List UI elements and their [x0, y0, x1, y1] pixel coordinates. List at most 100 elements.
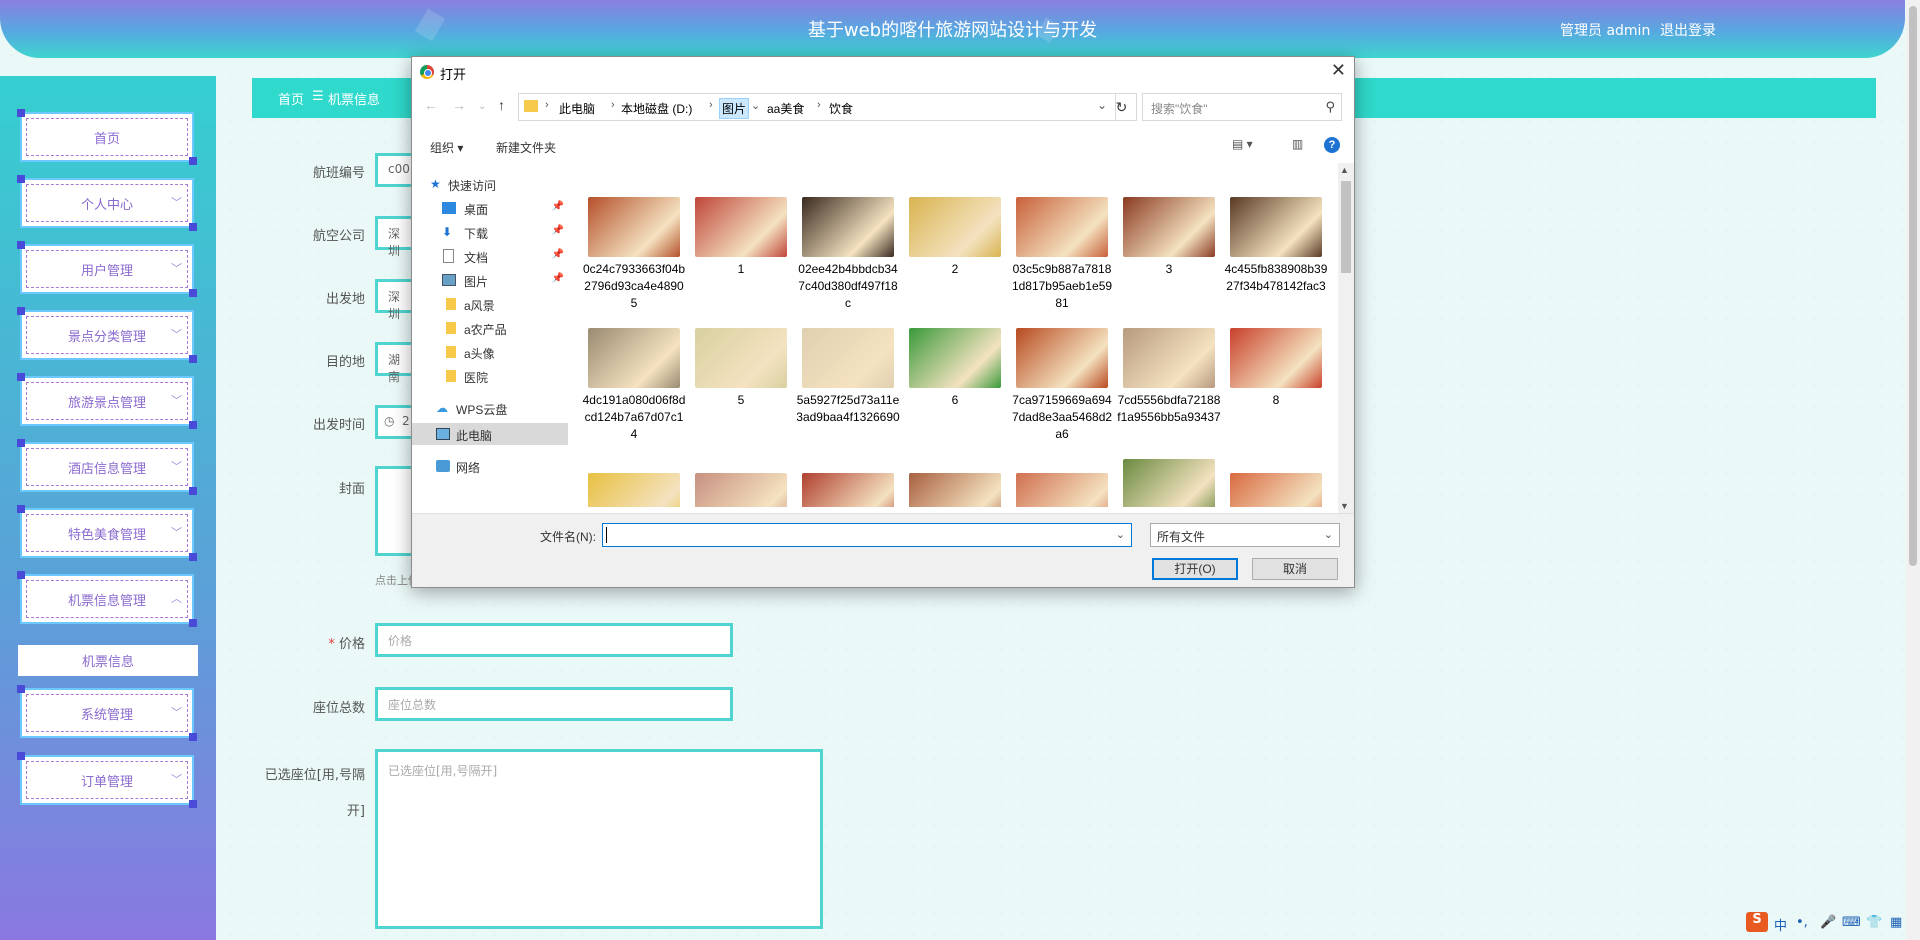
image-thumbnail[interactable]	[1016, 473, 1108, 507]
file-item[interactable]: 7cd5556bdfa72188f1a9556bb5a93437	[1117, 328, 1221, 426]
page-scrollbar[interactable]	[1906, 0, 1920, 940]
sidebar-item-profile[interactable]: 个人中心 ﹀	[17, 175, 197, 231]
microphone-icon[interactable]: 🎤	[1820, 915, 1836, 930]
search-input[interactable]: 搜索"饮食" ⚲	[1142, 93, 1342, 121]
refresh-icon[interactable]: ↻	[1107, 93, 1137, 121]
scroll-thumb[interactable]	[1341, 181, 1351, 273]
preview-pane-icon[interactable]: ▥	[1292, 137, 1303, 151]
chevron-down-icon[interactable]: ⌄	[1116, 528, 1125, 541]
scroll-down-icon[interactable]: ▼	[1340, 501, 1349, 511]
sidebar-item-food[interactable]: 特色美食管理 ﹀	[17, 505, 197, 561]
file-item[interactable]: 4c455fb838908b3927f34b478142fac3	[1224, 197, 1328, 295]
crumb-aa-food[interactable]: aa美食	[767, 100, 804, 117]
nav-documents[interactable]: 文档 📌	[412, 245, 568, 267]
crumb-local-disk[interactable]: 本地磁盘 (D:)	[621, 100, 692, 117]
file-item[interactable]: 5a5927f25d73a11e3ad9baa4f1326690	[796, 328, 900, 426]
filename-input[interactable]: ⌄	[602, 523, 1132, 547]
toolbox-icon[interactable]: ▦	[1890, 915, 1902, 930]
destination-input[interactable]: 湖南	[375, 342, 415, 384]
nav-label: 图片	[464, 275, 489, 289]
nav-label: 医院	[464, 371, 489, 385]
organize-button[interactable]: 组织 ▾	[430, 139, 463, 156]
filetype-select[interactable]: 所有文件 ⌄	[1150, 523, 1340, 547]
nav-desktop[interactable]: 桌面 📌	[412, 197, 568, 219]
file-item[interactable]: 0c24c7933663f04b2796d93ca4e48905	[582, 197, 686, 312]
chevron-down-icon[interactable]: ⌄	[1097, 98, 1107, 112]
flight-no-input[interactable]: c00	[375, 153, 415, 187]
close-button[interactable]: ✕	[1331, 60, 1346, 81]
open-button[interactable]: 打开(O)	[1152, 558, 1238, 580]
ime-lang-toggle[interactable]: 中	[1774, 915, 1787, 934]
depart-time-input[interactable]: ◷ 2	[375, 405, 415, 439]
new-folder-button[interactable]: 新建文件夹	[496, 139, 556, 156]
image-thumbnail[interactable]	[802, 473, 894, 507]
chevron-down-icon[interactable]: ⌄	[751, 99, 760, 112]
nav-pictures[interactable]: 图片 📌	[412, 269, 568, 291]
nav-this-pc[interactable]: 此电脑	[412, 423, 568, 445]
sidebar-item-users[interactable]: 用户管理 ﹀	[17, 241, 197, 297]
address-bar[interactable]: › 此电脑 › 本地磁盘 (D:) › 图片 ⌄ aa美食 › 饮食 ⌄	[518, 93, 1116, 121]
file-name: 02ee42b4bbdcb347c40d380df497f18c	[798, 262, 898, 310]
nav-downloads[interactable]: ⬇ 下载 📌	[412, 221, 568, 243]
file-item[interactable]: 5	[689, 328, 793, 409]
price-input[interactable]: 价格	[375, 623, 733, 657]
departure-input[interactable]: 深圳	[375, 279, 415, 321]
image-thumbnail	[909, 328, 1001, 388]
image-thumbnail[interactable]	[909, 473, 1001, 507]
file-item[interactable]: 03c5c9b887a78181d817b95aeb1e5981	[1010, 197, 1114, 312]
sidebar-item-hotel[interactable]: 酒店信息管理 ﹀	[17, 439, 197, 495]
sogou-logo-icon[interactable]: S	[1746, 912, 1768, 932]
image-thumbnail[interactable]	[588, 473, 680, 507]
nav-network[interactable]: 网络	[412, 455, 568, 477]
file-item[interactable]: 3	[1117, 197, 1221, 278]
sidebar-item-orders[interactable]: 订单管理 ﹀	[17, 752, 197, 808]
scrollbar[interactable]: ▲ ▼	[1338, 163, 1354, 513]
file-item[interactable]: 6	[903, 328, 1007, 409]
sidebar-item-system[interactable]: 系统管理 ﹀	[17, 685, 197, 741]
image-thumbnail[interactable]	[695, 473, 787, 507]
crumb-this-pc[interactable]: 此电脑	[559, 100, 595, 117]
sidebar-item-scenic-category[interactable]: 景点分类管理 ﹀	[17, 307, 197, 363]
view-options-icon[interactable]: ▤ ▾	[1232, 137, 1253, 151]
sidebar-subitem-ticket-info[interactable]: 机票信息	[18, 645, 198, 676]
keyboard-icon[interactable]: ⌨	[1842, 915, 1861, 930]
page-scroll-thumb[interactable]	[1909, 6, 1917, 566]
punctuation-icon[interactable]: •,	[1796, 915, 1808, 930]
nav-folder-agri[interactable]: a农产品	[412, 317, 568, 339]
sidebar-item-home[interactable]: 首页	[17, 109, 197, 165]
nav-folder-scenery[interactable]: a风景	[412, 293, 568, 315]
chevron-down-icon: ﹀	[171, 394, 182, 407]
file-item[interactable]: 2	[903, 197, 1007, 278]
logout-link[interactable]: 退出登录	[1660, 20, 1716, 40]
selected-seats-textarea[interactable]: 已选座位[用,号隔开]	[375, 749, 823, 929]
forward-arrow-icon[interactable]: →	[452, 97, 466, 113]
admin-label: 管理员 admin	[1560, 23, 1651, 39]
breadcrumb-home[interactable]: 首页	[278, 89, 304, 108]
sidebar-item-scenic[interactable]: 旅游景点管理 ﹀	[17, 373, 197, 429]
cancel-button[interactable]: 取消	[1252, 558, 1338, 580]
crumb-diet[interactable]: 饮食	[829, 100, 853, 117]
airline-input[interactable]: 深圳	[375, 216, 415, 258]
skin-icon[interactable]: 👕	[1866, 915, 1882, 930]
file-item[interactable]: 02ee42b4bbdcb347c40d380df497f18c	[796, 197, 900, 312]
image-thumbnail[interactable]	[1123, 459, 1215, 507]
nav-wps-cloud[interactable]: ☁ WPS云盘	[412, 397, 568, 419]
back-arrow-icon[interactable]: ←	[424, 97, 438, 113]
up-arrow-icon[interactable]: ↑	[498, 97, 505, 113]
nav-quick-access[interactable]: ★ 快速访问	[412, 173, 568, 195]
file-item[interactable]: 7ca97159669a6947dad8e3aa5468d2a6	[1010, 328, 1114, 443]
destination-label: 目的地	[325, 355, 365, 370]
nav-folder-hospital[interactable]: 医院	[412, 365, 568, 387]
file-item[interactable]: 1	[689, 197, 793, 278]
file-item[interactable]: 4dc191a080d06f8dcd124b7a67d07c14	[582, 328, 686, 443]
file-name: 2	[951, 262, 959, 276]
help-icon[interactable]: ?	[1324, 137, 1340, 153]
image-thumbnail[interactable]	[1230, 473, 1322, 507]
sidebar-item-ticket[interactable]: 机票信息管理 ︿	[17, 571, 197, 627]
crumb-pictures[interactable]: 图片	[719, 98, 750, 119]
file-item[interactable]: 8	[1224, 328, 1328, 409]
seats-input[interactable]: 座位总数	[375, 687, 733, 721]
scroll-up-icon[interactable]: ▲	[1340, 165, 1349, 175]
nav-folder-avatar[interactable]: a头像	[412, 341, 568, 363]
recent-dropdown-icon[interactable]: ⌄	[478, 101, 486, 112]
